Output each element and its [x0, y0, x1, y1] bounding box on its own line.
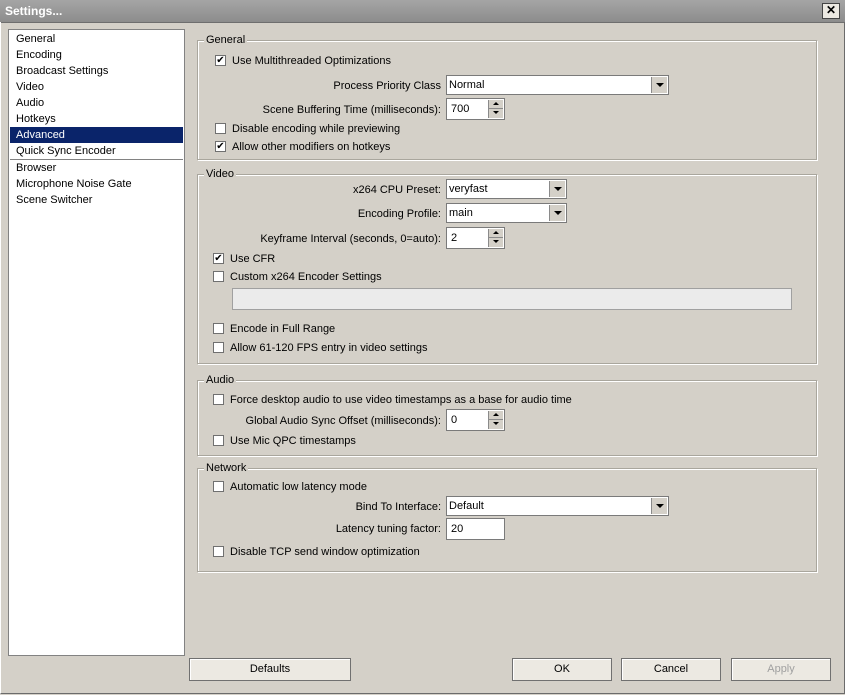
- checkbox-box[interactable]: [215, 123, 226, 134]
- sidebar-item-microphone-noise-gate[interactable]: Microphone Noise Gate: [10, 176, 183, 192]
- general-group-label: General: [204, 33, 248, 47]
- latency-tuning-input[interactable]: 20: [446, 518, 505, 540]
- checkbox-box[interactable]: ✔: [213, 253, 224, 264]
- allow-high-fps-label: Allow 61-120 FPS entry in video settings: [230, 342, 428, 354]
- sidebar-item-broadcast-settings[interactable]: Broadcast Settings: [10, 63, 183, 79]
- scene-buffering-label: Scene Buffering Time (milliseconds):: [262, 104, 441, 116]
- sidebar-item-browser[interactable]: Browser: [10, 160, 183, 176]
- cpu-preset-dropdown[interactable]: veryfast: [446, 179, 567, 199]
- checkbox-box[interactable]: [213, 342, 224, 353]
- encoding-profile-label: Encoding Profile:: [357, 208, 441, 220]
- auto-low-latency-label: Automatic low latency mode: [230, 481, 367, 493]
- encoding-profile-value: main: [449, 207, 473, 219]
- chevron-down-icon[interactable]: [549, 205, 565, 221]
- spin-up-icon[interactable]: [488, 411, 503, 420]
- allow-modifiers-label: Allow other modifiers on hotkeys: [232, 141, 391, 153]
- sidebar-item-encoding[interactable]: Encoding: [10, 47, 183, 63]
- global-sync-offset-label: Global Audio Sync Offset (milliseconds):: [245, 415, 441, 427]
- apply-button[interactable]: Apply: [731, 658, 831, 681]
- bind-interface-dropdown[interactable]: Default: [446, 496, 669, 516]
- bind-interface-value: Default: [449, 500, 484, 512]
- defaults-button[interactable]: Defaults: [189, 658, 351, 681]
- spin-up-icon[interactable]: [488, 100, 503, 109]
- checkbox-box[interactable]: [213, 394, 224, 405]
- sidebar-item-general[interactable]: General: [10, 31, 183, 47]
- process-priority-value: Normal: [449, 79, 485, 91]
- sidebar-item-scene-switcher[interactable]: Scene Switcher: [10, 192, 183, 208]
- settings-category-list[interactable]: General Encoding Broadcast Settings Vide…: [8, 29, 185, 656]
- custom-x264-settings-input[interactable]: [232, 288, 792, 310]
- network-group-label: Network: [204, 461, 249, 475]
- latency-tuning-label: Latency tuning factor:: [335, 523, 441, 535]
- sidebar-item-advanced[interactable]: Advanced: [10, 127, 183, 143]
- keyframe-interval-value: 2: [451, 232, 458, 244]
- force-desktop-timestamps-label: Force desktop audio to use video timesta…: [230, 394, 572, 406]
- checkbox-box[interactable]: [213, 546, 224, 557]
- use-multithreaded-label: Use Multithreaded Optimizations: [232, 55, 391, 67]
- sidebar-item-hotkeys[interactable]: Hotkeys: [10, 111, 183, 127]
- keyframe-interval-stepper[interactable]: 2: [446, 227, 505, 249]
- full-range-label: Encode in Full Range: [230, 323, 336, 335]
- global-sync-offset-value: 0: [451, 414, 458, 426]
- spin-down-icon[interactable]: [488, 420, 503, 429]
- cpu-preset-value: veryfast: [449, 183, 488, 195]
- spin-down-icon[interactable]: [488, 238, 503, 247]
- spin-down-icon[interactable]: [488, 109, 503, 118]
- audio-group-label: Audio: [204, 373, 237, 387]
- bind-interface-label: Bind To Interface:: [355, 501, 441, 513]
- video-group-label: Video: [204, 167, 236, 181]
- keyframe-interval-label: Keyframe Interval (seconds, 0=auto):: [260, 233, 441, 245]
- ok-button[interactable]: OK: [512, 658, 612, 681]
- custom-x264-label: Custom x264 Encoder Settings: [230, 271, 382, 283]
- latency-tuning-value: 20: [451, 523, 464, 535]
- checkbox-box[interactable]: [213, 435, 224, 446]
- sidebar-item-video[interactable]: Video: [10, 79, 183, 95]
- chevron-down-icon[interactable]: [651, 77, 667, 93]
- checkbox-box[interactable]: [213, 271, 224, 282]
- scene-buffering-value: 700: [451, 103, 470, 115]
- scene-buffering-stepper[interactable]: 700: [446, 98, 505, 120]
- chevron-down-icon[interactable]: [651, 498, 667, 514]
- encoding-profile-dropdown[interactable]: main: [446, 203, 567, 223]
- cancel-button[interactable]: Cancel: [621, 658, 721, 681]
- process-priority-dropdown[interactable]: Normal: [446, 75, 669, 95]
- sidebar-item-audio[interactable]: Audio: [10, 95, 183, 111]
- checkbox-box[interactable]: [213, 323, 224, 334]
- cpu-preset-label: x264 CPU Preset:: [352, 184, 441, 196]
- checkbox-box[interactable]: ✔: [215, 141, 226, 152]
- process-priority-label: Process Priority Class: [333, 80, 441, 92]
- window-title: Settings...: [5, 4, 63, 18]
- disable-encoding-preview-label: Disable encoding while previewing: [232, 123, 401, 135]
- spin-up-icon[interactable]: [488, 229, 503, 238]
- mic-qpc-label: Use Mic QPC timestamps: [230, 435, 356, 447]
- global-sync-offset-stepper[interactable]: 0: [446, 409, 505, 431]
- title-bar: Settings... ✕: [0, 0, 845, 23]
- sidebar-item-quick-sync-encoder[interactable]: Quick Sync Encoder: [10, 143, 183, 159]
- checkbox-box[interactable]: [213, 481, 224, 492]
- close-icon[interactable]: ✕: [822, 3, 840, 19]
- use-cfr-label: Use CFR: [230, 253, 276, 265]
- checkbox-box[interactable]: ✔: [215, 55, 226, 66]
- chevron-down-icon[interactable]: [549, 181, 565, 197]
- disable-tcp-window-label: Disable TCP send window optimization: [230, 546, 420, 558]
